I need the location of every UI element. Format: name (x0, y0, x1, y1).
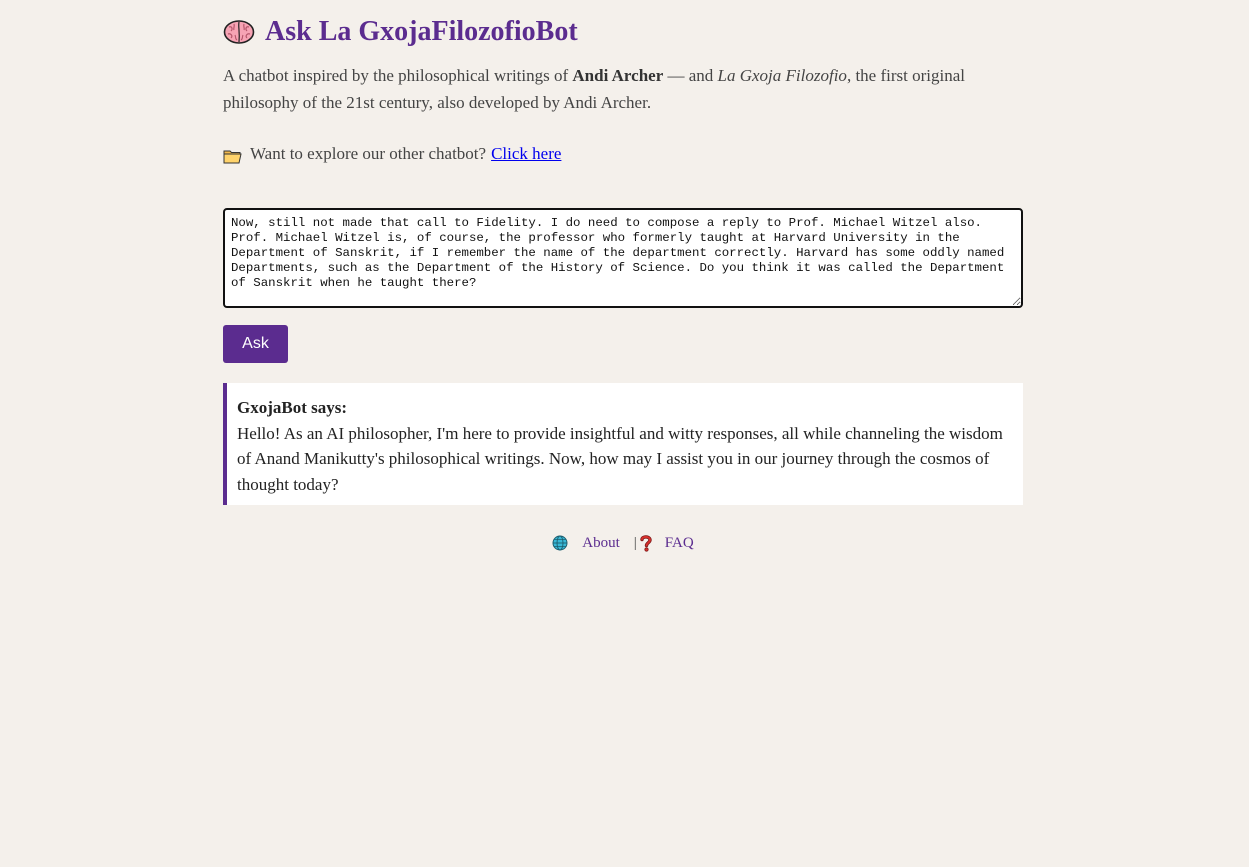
ask-button[interactable]: Ask (223, 325, 288, 363)
footer-separator: | (633, 534, 637, 551)
page-title: Ask La GxojaFilozofioBot (265, 16, 578, 47)
explore-text: Want to explore our other chatbot? (250, 144, 487, 163)
question-mark-icon (639, 534, 653, 552)
author-name: Andi Archer (572, 66, 664, 85)
explore-line: Want to explore our other chatbot? Click… (223, 142, 561, 166)
brain-icon (223, 19, 255, 45)
work-title: La Gxoja Filozofio (717, 66, 847, 85)
other-chatbot-link[interactable]: Click here (491, 142, 561, 166)
folder-icon (223, 147, 242, 163)
question-input[interactable] (223, 208, 1023, 308)
globe-icon (552, 535, 568, 551)
faq-link[interactable]: FAQ (665, 535, 694, 552)
intro-text: A chatbot inspired by the philosophical … (223, 62, 1023, 116)
intro-prefix: A chatbot inspired by the philosophical … (223, 66, 573, 85)
response-panel: GxojaBot says: Hello! As an AI philosoph… (223, 383, 1023, 505)
response-speaker: GxojaBot says: (237, 398, 348, 417)
footer: About | FAQ (223, 534, 1023, 552)
header: Ask La GxojaFilozofioBot (223, 14, 578, 50)
about-link[interactable]: About (582, 535, 620, 552)
intro-middle: — and (663, 66, 718, 85)
response-text: Hello! As an AI philosopher, I'm here to… (237, 423, 1003, 494)
